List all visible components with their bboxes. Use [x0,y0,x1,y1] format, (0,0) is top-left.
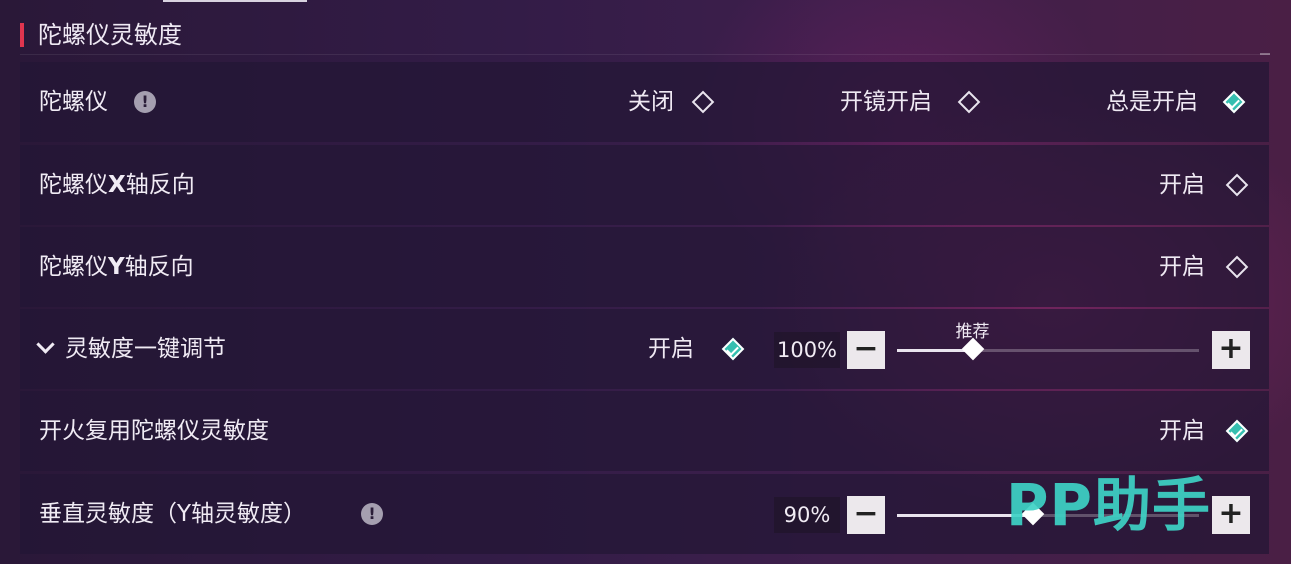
gyro-option-always-label[interactable]: 总是开启 [1106,62,1198,142]
section-header: 陀螺仪灵敏度 [20,20,1270,50]
invert-x-label: 陀螺仪X轴反向 [39,172,195,198]
section-accent-bar [20,23,24,47]
quick-adjust-option-label[interactable]: 开启 [648,309,694,389]
vertical-label: 垂直灵敏度（Y轴灵敏度） [39,501,307,527]
quick-adjust-value: 100% [774,332,840,368]
section-title: 陀螺仪灵敏度 [38,21,182,49]
invert-y-checkbox[interactable] [1226,256,1248,278]
invert-x-checkbox[interactable] [1226,174,1248,196]
section-divider [20,53,1270,55]
quick-adjust-checkbox[interactable] [722,338,744,360]
setting-row-quick-adjust: 灵敏度一键调节 开启 100% − 推荐 + [20,309,1269,389]
watermark-logo: PP助手 [1006,471,1212,539]
vertical-plus-button[interactable]: + [1212,496,1250,534]
vertical-value: 90% [774,497,840,533]
info-icon[interactable]: ! [361,503,383,525]
fire-reuse-checkbox[interactable] [1226,420,1248,442]
setting-row-invert-x: 陀螺仪X轴反向 开启 [20,145,1269,225]
active-tab-indicator [163,0,307,2]
invert-x-option-label[interactable]: 开启 [1159,145,1205,225]
setting-row-gyro: 陀螺仪 ! 关闭 开镜开启 总是开启 [20,62,1269,142]
setting-row-fire-reuse: 开火复用陀螺仪灵敏度 开启 [20,391,1269,471]
recommend-tag: 推荐 [955,322,990,342]
quick-adjust-plus-button[interactable]: + [1212,331,1250,369]
fire-reuse-option-label[interactable]: 开启 [1159,391,1205,471]
quick-adjust-slider[interactable]: 推荐 [897,322,1199,361]
gyro-option-always-radio[interactable] [1223,91,1245,113]
gyro-option-scope-radio[interactable] [958,91,980,113]
gyro-option-off-radio[interactable] [692,91,714,113]
gyro-option-off-label[interactable]: 关闭 [628,62,674,142]
gyro-label: 陀螺仪 [39,89,108,115]
setting-row-invert-y: 陀螺仪Y轴反向 开启 [20,227,1269,307]
invert-y-label: 陀螺仪Y轴反向 [39,254,194,280]
quick-adjust-label: 灵敏度一键调节 [65,336,226,362]
fire-reuse-label: 开火复用陀螺仪灵敏度 [39,418,269,444]
quick-adjust-minus-button[interactable]: − [847,331,885,369]
info-icon[interactable]: ! [134,91,156,113]
chevron-down-icon[interactable] [36,338,52,354]
gyro-option-scope-label[interactable]: 开镜开启 [840,62,932,142]
vertical-minus-button[interactable]: − [847,496,885,534]
invert-y-option-label[interactable]: 开启 [1159,227,1205,307]
